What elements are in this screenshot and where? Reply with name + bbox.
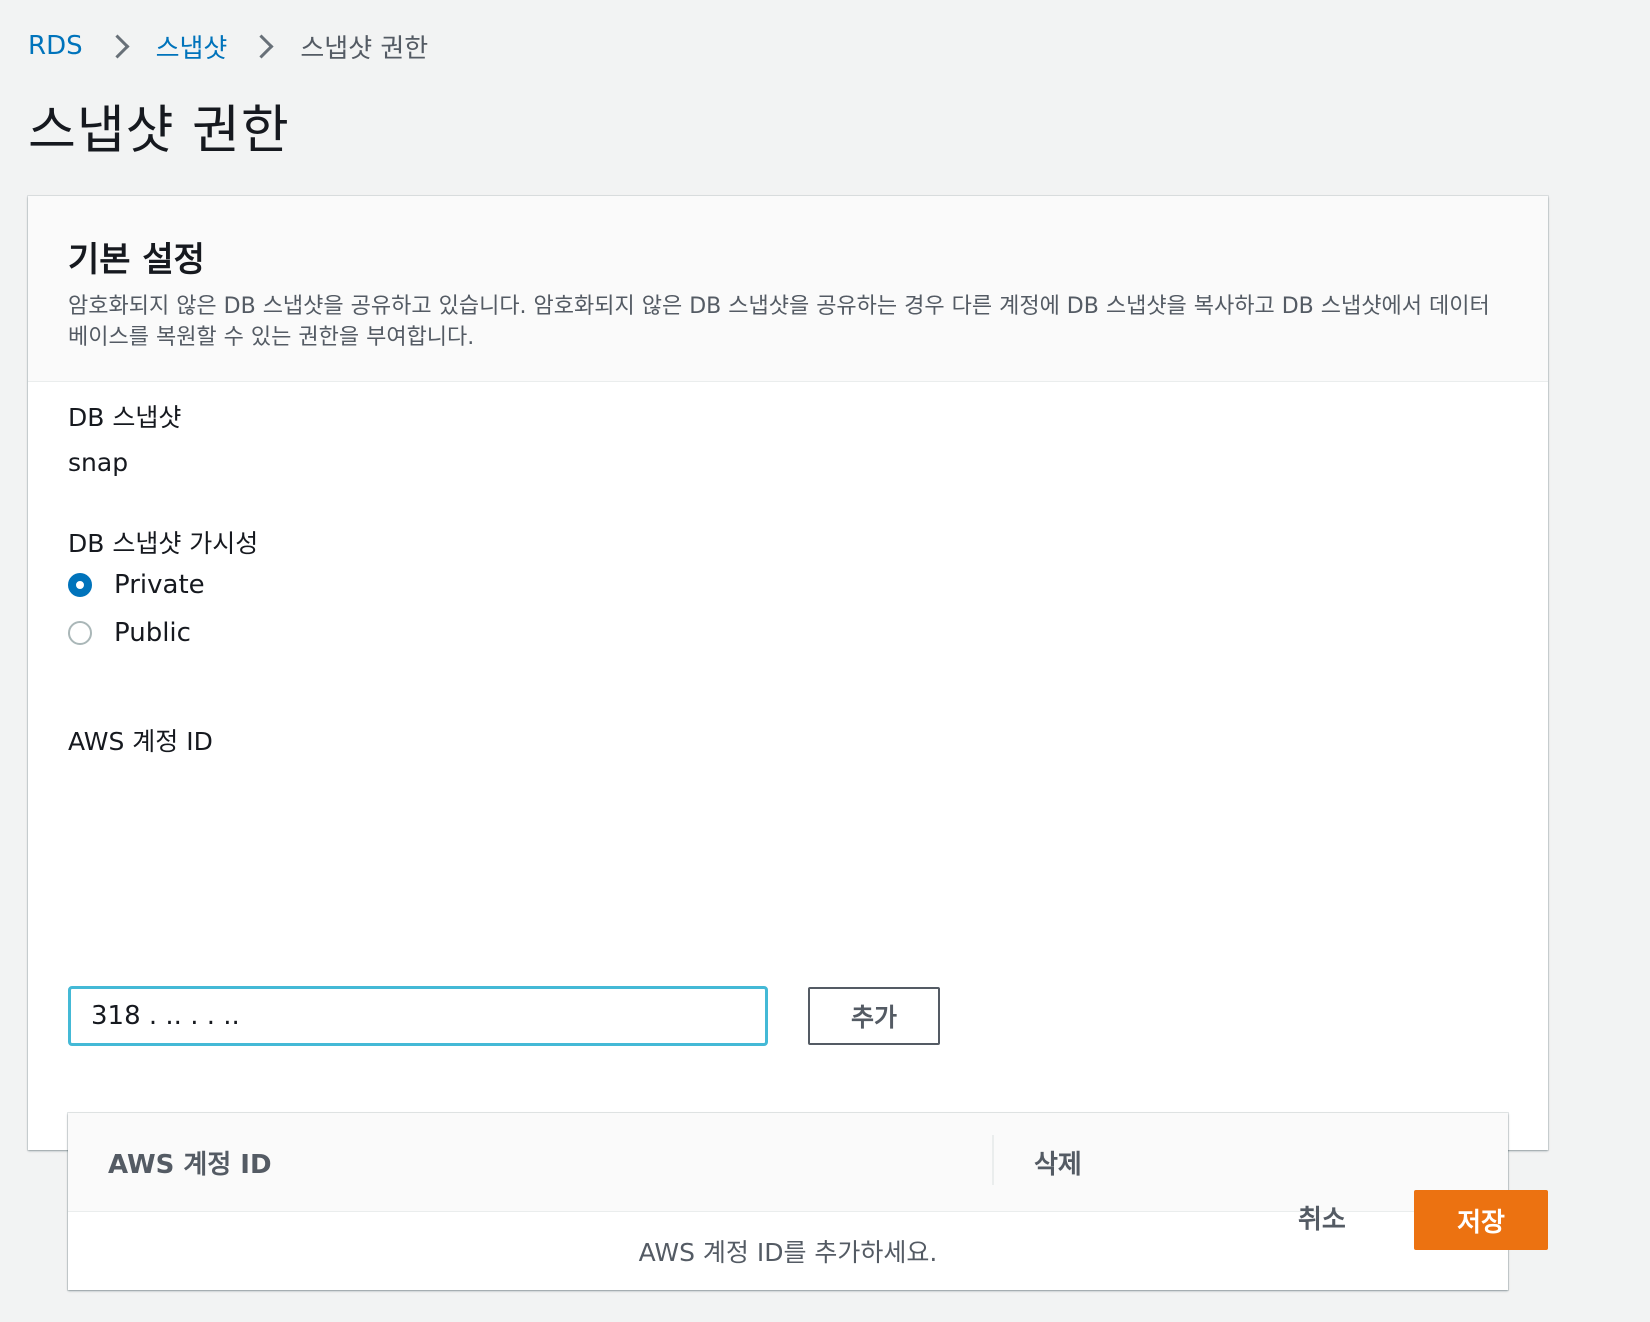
visibility-label: DB 스냅샷 가시성 (68, 529, 259, 558)
account-id-input[interactable] (68, 986, 768, 1046)
panel-description: 암호화되지 않은 DB 스냅샷을 공유하고 있습니다. 암호화되지 않은 DB … (68, 294, 1490, 350)
column-header-account-id: AWS 계정 ID (108, 1149, 272, 1180)
page-title: 스냅샷 권한 (28, 101, 290, 161)
cancel-button[interactable]: 취소 (1280, 1188, 1364, 1246)
add-button[interactable]: 추가 (808, 987, 940, 1045)
basic-settings-panel: 기본 설정 암호화되지 않은 DB 스냅샷을 공유하고 있습니다. 암호화되지 … (28, 196, 1548, 1290)
breadcrumb-item-snapshots[interactable]: 스냅샷 (156, 28, 228, 65)
panel-header: 기본 설정 암호화되지 않은 DB 스냅샷을 공유하고 있습니다. 암호화되지 … (28, 196, 1548, 382)
column-header-delete: 삭제 (1034, 1149, 1082, 1180)
column-divider (992, 1135, 994, 1185)
radio-unselected-icon[interactable] (68, 621, 92, 645)
chevron-right-icon (105, 33, 130, 59)
radio-selected-icon[interactable] (68, 573, 92, 597)
breadcrumb: RDS 스냅샷 스냅샷 권한 (28, 26, 428, 66)
radio-option-public[interactable]: Public (68, 618, 191, 648)
save-button[interactable]: 저장 (1414, 1190, 1548, 1250)
radio-label-public: Public (114, 618, 191, 648)
db-snapshot-value: snap (68, 448, 129, 477)
breadcrumb-item-current: 스냅샷 권한 (300, 33, 429, 64)
chevron-right-icon (249, 33, 274, 59)
radio-label-private: Private (114, 570, 205, 600)
account-id-label: AWS 계정 ID (68, 727, 213, 756)
breadcrumb-item-rds[interactable]: RDS (28, 31, 83, 61)
db-snapshot-label: DB 스냅샷 (68, 403, 182, 432)
radio-option-private[interactable]: Private (68, 570, 205, 600)
panel-title: 기본 설정 (68, 240, 205, 280)
